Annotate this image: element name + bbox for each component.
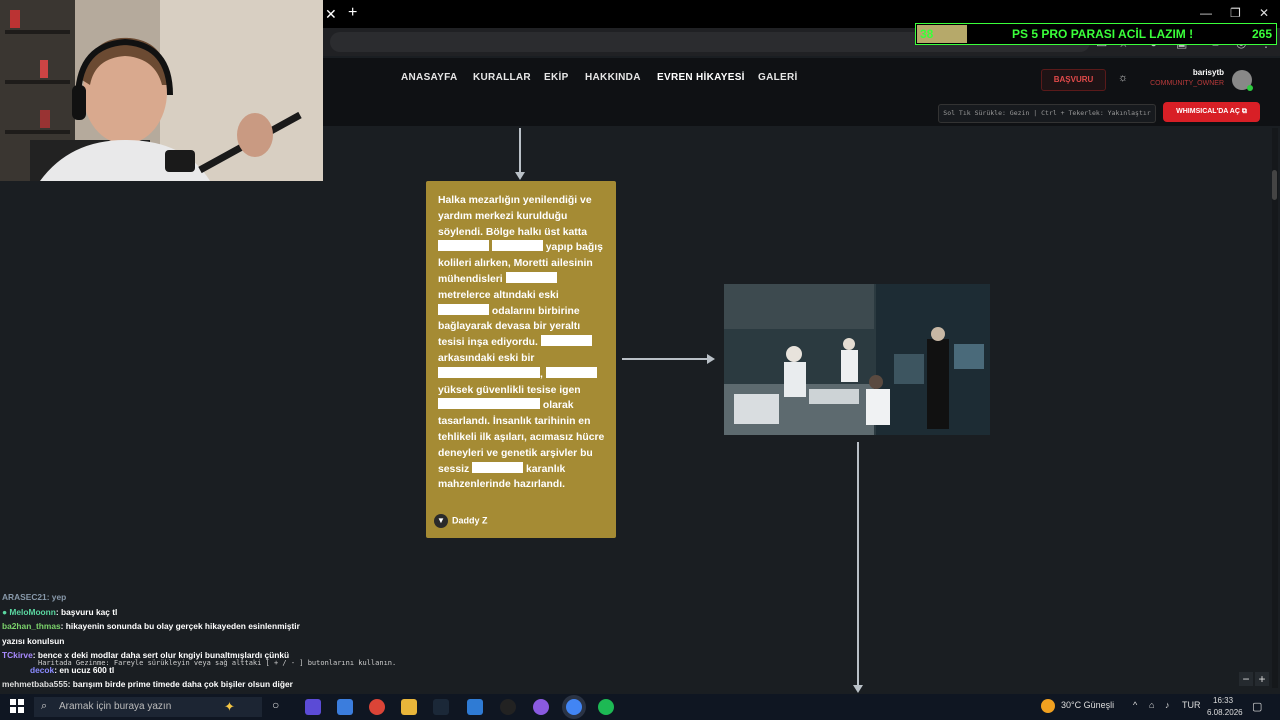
- sparkle-icon: ✦: [224, 699, 235, 714]
- redacted-block: [438, 398, 540, 410]
- app-icon-1[interactable]: [305, 699, 321, 715]
- open-in-whimsical-button[interactable]: WHIMSICAL'DA AÇ ⧉: [1163, 102, 1260, 122]
- redacted-block: [540, 335, 592, 347]
- nav-ekip[interactable]: EKİP: [544, 72, 569, 83]
- author-name: Daddy Z: [452, 515, 488, 526]
- story-segment: arkasındaki eski bir: [438, 352, 535, 364]
- online-status-dot: [1247, 85, 1253, 91]
- tray-chevron-icon[interactable]: ^: [1133, 700, 1137, 710]
- story-segment: Halka mezarlığın yenilendiği ve yardım m…: [438, 195, 592, 238]
- zoom-in-button[interactable]: +: [1255, 672, 1269, 686]
- chat-username: MeloMoonn: [9, 606, 56, 617]
- weather-text[interactable]: 30°C Güneşli: [1061, 700, 1114, 710]
- card-author: ▼ Daddy Z: [434, 514, 488, 528]
- zoom-out-button[interactable]: −: [1239, 672, 1253, 686]
- redacted-block: [438, 303, 489, 315]
- chat-username: mehmetbaba555: [2, 679, 68, 689]
- chat-message: decok: en ucuz 600 tl: [2, 663, 322, 678]
- webcam-overlay: [0, 0, 323, 181]
- redacted-block: [472, 461, 524, 473]
- volume-icon[interactable]: ♪: [1165, 700, 1170, 710]
- nav-evren-hikayesi[interactable]: EVREN HİKAYESİ: [657, 72, 745, 83]
- chat-message: ARASEC21: yep: [2, 590, 322, 605]
- theme-toggle-icon[interactable]: ☼: [1118, 72, 1128, 84]
- external-link-icon: ⧉: [1241, 108, 1247, 115]
- user-role: COMMUNITY_OWNER: [1150, 80, 1224, 87]
- laboratory-image[interactable]: [724, 284, 990, 435]
- chat-text: : başvuru kaç tl: [55, 606, 118, 617]
- taskbar-search[interactable]: ⌕ Aramak için buraya yazın ✦: [34, 697, 262, 717]
- username: barisytb: [1192, 68, 1224, 77]
- connector-top: [519, 128, 521, 173]
- app-icon-2[interactable]: [467, 699, 483, 715]
- chat-username: ba2han_thmas: [2, 621, 61, 631]
- chat-message: TCkirve: bence x deki modlar daha sert o…: [2, 648, 322, 663]
- nav-anasayfa[interactable]: ANASAYFA: [401, 72, 458, 83]
- story-segment: metrelerce altındaki eski: [438, 289, 559, 301]
- webcam-scene: [0, 0, 323, 181]
- windows-taskbar: ⌕ Aramak için buraya yazın ✦ ○ 30°C Güne…: [0, 694, 1280, 720]
- arrow-down-bottom: [853, 685, 863, 693]
- arrow-down-top: [515, 172, 525, 180]
- chat-text: : en ucuz 600 tl: [54, 664, 115, 675]
- nav-hakkinda[interactable]: HAKKINDA: [585, 72, 641, 83]
- whimsical-label: WHIMSICAL'DA AÇ: [1176, 108, 1240, 115]
- redacted-block: [438, 240, 489, 252]
- apply-button[interactable]: BAŞVURU: [1041, 69, 1106, 91]
- weather-icon: [1041, 699, 1055, 713]
- chat-text: : bence x deki modlar daha sert olur kng…: [32, 650, 290, 660]
- clock-time[interactable]: 16:33: [1213, 696, 1233, 705]
- app-icon-3[interactable]: [500, 699, 516, 715]
- restore-icon[interactable]: ❐: [1230, 6, 1241, 20]
- connector-right: [622, 358, 708, 360]
- search-placeholder: Aramak için buraya yazın: [59, 701, 172, 712]
- story-card[interactable]: Halka mezarlığın yenilendiği ve yardım m…: [426, 181, 616, 538]
- clock-date[interactable]: 6.08.2026: [1207, 708, 1243, 717]
- notification-icon[interactable]: ▢: [1252, 700, 1262, 713]
- navigation-hint: Sol Tık Sürükle: Gezin | Ctrl + Tekerlek…: [938, 104, 1156, 123]
- cortana-icon[interactable]: ○: [272, 698, 279, 712]
- chat-message: ● MeloMoonn: başvuru kaç tl: [2, 605, 322, 620]
- close-tab-icon[interactable]: ✕: [325, 6, 337, 23]
- new-tab-icon[interactable]: +: [348, 4, 357, 22]
- language-indicator[interactable]: TUR: [1182, 700, 1201, 710]
- connector-bottom: [857, 442, 859, 686]
- chat-username: ARASEC21: [2, 592, 47, 602]
- chat-text: : yep: [46, 592, 67, 602]
- nav-kurallar[interactable]: KURALLAR: [473, 72, 531, 83]
- donation-current: 38: [920, 27, 934, 41]
- story-text: Halka mezarlığın yenilendiği ve yardım m…: [438, 193, 606, 493]
- chat-username: decok: [30, 664, 55, 675]
- steam-icon[interactable]: [433, 699, 449, 715]
- arrow-right: [707, 354, 715, 364]
- chat-username: TCkirve: [2, 650, 33, 660]
- chat-message: ba2han_thmas: hikayenin sonunda bu olay …: [2, 619, 322, 648]
- laboratory-scene: [724, 284, 990, 435]
- redacted-block: [545, 366, 597, 378]
- search-icon: ⌕: [41, 700, 48, 712]
- spotify-icon[interactable]: [598, 699, 614, 715]
- app-icon-4[interactable]: [533, 699, 549, 715]
- redacted-block: [491, 240, 543, 252]
- scrollbar-track[interactable]: [1272, 128, 1278, 688]
- minimize-icon[interactable]: —: [1200, 6, 1212, 20]
- story-segment: yüksek güvenlikli tesise igen: [438, 384, 581, 396]
- redacted-block: [438, 366, 540, 378]
- chrome-active-icon[interactable]: [566, 699, 582, 715]
- scrollbar-thumb[interactable]: [1272, 170, 1277, 200]
- stream-chat: ARASEC21: yep ● MeloMoonn: başvuru kaç t…: [2, 590, 322, 706]
- donation-title: PS 5 PRO PARASI ACİL LAZIM !: [1012, 27, 1194, 41]
- close-window-icon[interactable]: ✕: [1259, 6, 1269, 20]
- windows-start-icon[interactable]: [10, 699, 24, 713]
- author-badge-icon: ▼: [434, 514, 448, 528]
- donation-goal: 265: [1251, 27, 1272, 41]
- donation-goal-overlay: 38 PS 5 PRO PARASI ACİL LAZIM ! 265: [915, 23, 1277, 45]
- store-icon[interactable]: [337, 699, 353, 715]
- file-explorer-icon[interactable]: [401, 699, 417, 715]
- redacted-block: [505, 271, 557, 283]
- chrome-icon[interactable]: [369, 699, 385, 715]
- nav-galeri[interactable]: GALERİ: [758, 72, 798, 83]
- network-icon[interactable]: ⌂: [1149, 700, 1154, 710]
